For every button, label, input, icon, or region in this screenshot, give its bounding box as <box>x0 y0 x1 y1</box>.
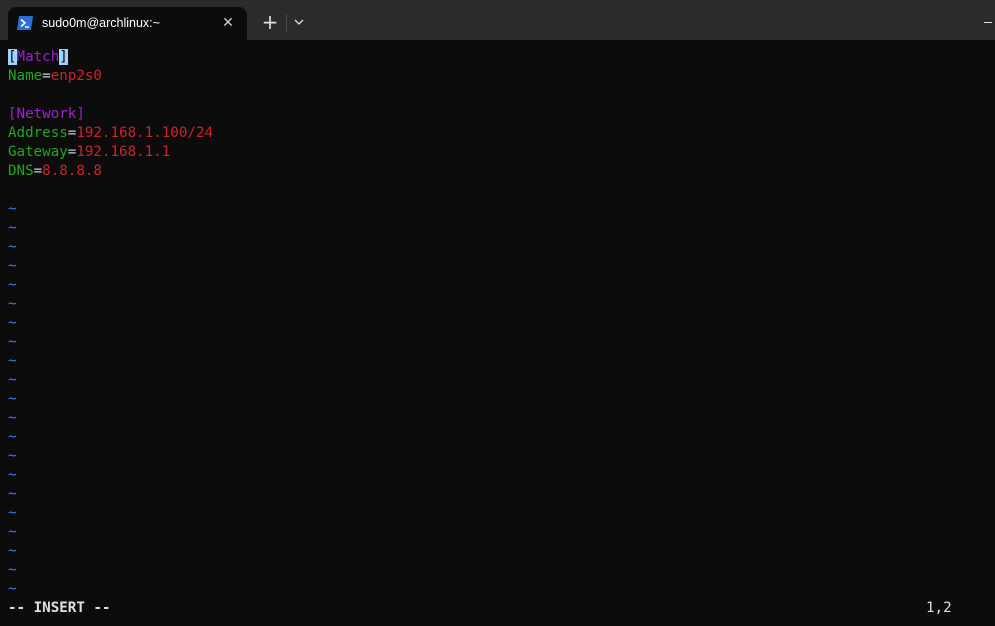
config-key: Gateway <box>8 144 68 160</box>
empty-line-tilde: ~ <box>8 505 17 521</box>
mode-indicator: -- INSERT -- <box>8 600 111 616</box>
tab-title: sudo0m@archlinux:~ <box>42 16 160 30</box>
powershell-icon <box>17 16 33 30</box>
config-value: enp2s0 <box>50 68 102 84</box>
editor-line-address: Address=192.168.1.100/24 <box>8 124 213 143</box>
config-value: 192.168.1.1 <box>76 144 171 160</box>
config-value: 192.168.1.100/24 <box>76 125 214 141</box>
empty-line-tilde: ~ <box>8 239 17 255</box>
equals: = <box>42 68 51 84</box>
section-name: Match <box>16 49 60 65</box>
empty-line-tilde: ~ <box>8 524 17 540</box>
empty-line-tilde: ~ <box>8 334 17 350</box>
minimize-icon[interactable] <box>984 22 992 23</box>
empty-line-tilde: ~ <box>8 410 17 426</box>
editor-line-gateway: Gateway=192.168.1.1 <box>8 143 170 162</box>
bracket-match: ] <box>59 49 68 65</box>
new-tab-button[interactable]: + <box>258 10 282 34</box>
empty-line-tilde: ~ <box>8 467 17 483</box>
empty-line-tilde: ~ <box>8 201 17 217</box>
chevron-down-icon[interactable] <box>290 12 308 32</box>
empty-line-tilde: ~ <box>8 391 17 407</box>
empty-line-tilde: ~ <box>8 315 17 331</box>
config-key: DNS <box>8 163 34 179</box>
equals: = <box>33 163 43 179</box>
terminal-area[interactable]: [Match] Name=enp2s0 [Network] Address=19… <box>0 40 995 626</box>
cursor: [ <box>8 49 17 65</box>
close-icon[interactable]: ✕ <box>219 14 237 32</box>
empty-line-tilde: ~ <box>8 562 17 578</box>
config-key: Name <box>8 68 43 84</box>
editor-line-name: Name=enp2s0 <box>8 67 102 86</box>
empty-line-tilde: ~ <box>8 258 17 274</box>
empty-line-tilde: ~ <box>8 448 17 464</box>
editor-line-match: [Match] <box>8 48 68 67</box>
title-bar: sudo0m@archlinux:~ ✕ + <box>0 0 995 40</box>
tab-divider <box>286 14 287 32</box>
empty-line-tilde: ~ <box>8 372 17 388</box>
empty-line-tilde: ~ <box>8 486 17 502</box>
empty-line-tilde: ~ <box>8 277 17 293</box>
tab-terminal[interactable]: sudo0m@archlinux:~ ✕ <box>8 7 247 40</box>
cursor-position: 1,2 <box>926 600 952 616</box>
empty-line-tilde: ~ <box>8 296 17 312</box>
empty-line-tilde: ~ <box>8 581 17 597</box>
editor-line-network: [Network] <box>8 106 85 122</box>
config-key: Address <box>8 125 68 141</box>
empty-line-tilde: ~ <box>8 220 17 236</box>
empty-line-tilde: ~ <box>8 429 17 445</box>
empty-line-tilde: ~ <box>8 353 17 369</box>
empty-line-tilde: ~ <box>8 543 17 559</box>
config-value: 8.8.8.8 <box>42 163 102 179</box>
editor-line-dns: DNS=8.8.8.8 <box>8 162 102 181</box>
